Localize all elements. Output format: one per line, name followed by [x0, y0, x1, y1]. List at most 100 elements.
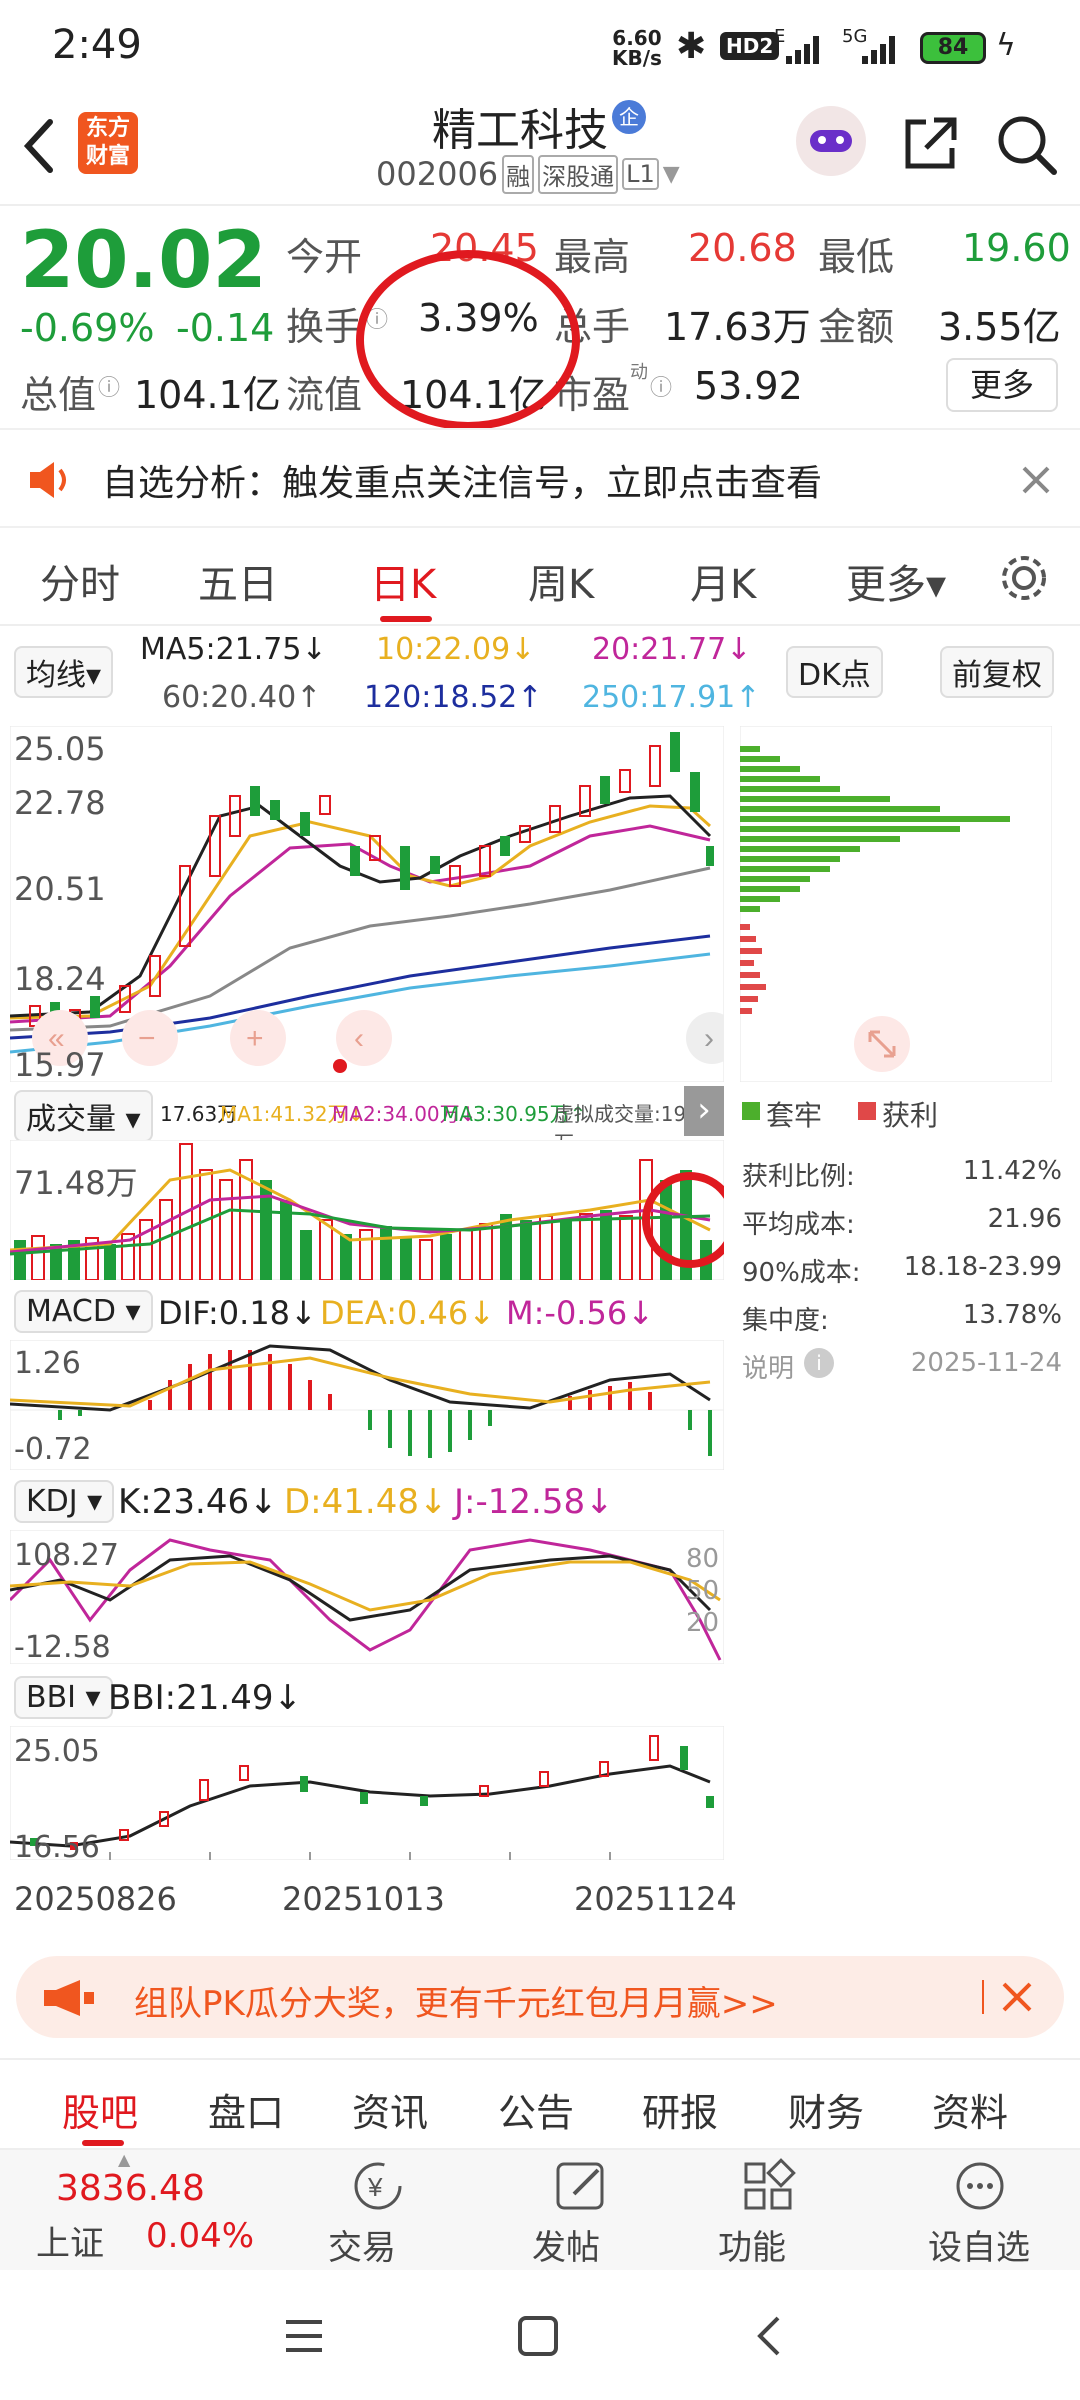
close-icon[interactable] — [1000, 1980, 1034, 2014]
tag-level: L1 — [622, 158, 659, 190]
more-button[interactable]: 更多 — [946, 358, 1058, 412]
function-label: 功能 — [718, 2228, 786, 2268]
enterprise-badge: 企 — [612, 100, 646, 134]
net-speed: 6.60 KB/s — [612, 28, 662, 68]
kline-chart[interactable]: « − + ‹ › — [10, 726, 724, 1082]
macd-selector[interactable]: MACD ▾ — [14, 1290, 153, 1333]
amount-value: 3.55亿 — [938, 305, 1061, 349]
chevron-left-icon: ‹ — [354, 1022, 364, 1055]
tab-monthly-k[interactable]: 月K — [690, 552, 756, 610]
bottom-section-tabs: 股吧 盘口 资讯 公告 研报 财务 资料 — [0, 2058, 1080, 2148]
plus-icon: + — [246, 1022, 264, 1055]
menu-icon[interactable] — [282, 2316, 326, 2356]
tab-finance[interactable]: 财务 — [788, 2082, 864, 2137]
volume-value: 17.63万 — [664, 305, 811, 349]
chip-info-panel: 套牢 获利 获利比例: 11.42% 平均成本: 21.96 90%成本: 18… — [740, 1090, 1070, 1420]
chip-distribution-chart[interactable] — [740, 726, 1052, 1082]
mcap-label: 总值 — [20, 373, 97, 417]
index-name: 上证 — [36, 2224, 104, 2264]
system-nav-bar — [0, 2270, 1080, 2400]
kline-ylabel-2: 22.78 — [14, 784, 106, 822]
bbi-selector[interactable]: BBI ▾ — [14, 1676, 113, 1719]
chevron-up-icon: ▲ — [118, 2150, 131, 2169]
notice-bar[interactable]: 自选分析：触发重点关注信号，立即点击查看 — [0, 428, 1080, 528]
ma120-value: 120:18.52↑ — [364, 680, 543, 715]
tab-five-day[interactable]: 五日 — [198, 552, 278, 610]
macd-dif: DIF:0.18↓ — [158, 1294, 317, 1332]
tab-profile[interactable]: 资料 — [932, 2082, 1008, 2137]
more-dots-icon — [956, 2162, 1004, 2210]
info-icon[interactable]: ⓘ — [98, 370, 120, 402]
tab-news[interactable]: 资讯 — [352, 2082, 428, 2137]
kdj-80-label: 80 — [686, 1544, 720, 1574]
date-mid: 20251013 — [282, 1880, 445, 1918]
turnover-label: 换手 — [286, 305, 363, 349]
index-ticker[interactable]: ▲ 3836.48 上证 0.04% — [0, 2150, 300, 2272]
high-value: 20.68 — [688, 226, 797, 270]
close-icon[interactable] — [1020, 464, 1052, 496]
tab-orderbook[interactable]: 盘口 — [208, 2082, 284, 2137]
info-icon[interactable]: i — [804, 1348, 834, 1378]
profit-ratio-value: 11.42% — [962, 1156, 1062, 1186]
ma-selector[interactable]: 均线▾ — [14, 646, 114, 698]
tag-connect: 深股通 — [538, 154, 619, 194]
stock-name: 精工科技 — [432, 105, 608, 156]
profit-legend-swatch — [858, 1102, 876, 1120]
tab-research[interactable]: 研报 — [642, 2082, 718, 2137]
chevron-right-icon[interactable]: › — [684, 1086, 724, 1136]
high-label: 最高 — [554, 235, 631, 279]
promo-banner[interactable]: 组队PK瓜分大奖，更有千元红包月月赢>> — [16, 1956, 1064, 2038]
function-button[interactable]: 功能 — [708, 2158, 828, 2268]
kdj-legend: KDJ ▾ K:23.46↓ D:41.48↓ J:-12.58↓ — [10, 1474, 724, 1526]
open-label: 今开 — [286, 235, 363, 279]
edit-icon — [556, 2162, 604, 2210]
chevron-down-icon[interactable]: ▼ — [663, 162, 680, 187]
robot-avatar-icon[interactable] — [796, 106, 866, 176]
macd-legend: MACD ▾ DIF:0.18↓ DEA:0.46↓ M:-0.56↓ — [10, 1286, 724, 1338]
annotation-circle — [356, 250, 580, 430]
back-icon[interactable] — [754, 2314, 784, 2358]
promo-divider — [982, 1980, 984, 2014]
speaker-icon — [30, 462, 66, 498]
home-icon[interactable] — [516, 2314, 560, 2358]
stock-header: 东方 财富 精工科技 企 002006 融 深股通 L1 ▼ — [0, 90, 1080, 205]
step-left-button[interactable] — [336, 1010, 392, 1066]
tab-daily-k[interactable]: 日K — [370, 552, 436, 610]
tab-announcements[interactable]: 公告 — [498, 2082, 574, 2137]
dk-point-button[interactable]: DK点 — [786, 646, 883, 698]
active-tab-indicator — [82, 2140, 124, 2146]
post-label: 发帖 — [532, 2228, 600, 2268]
volume-selector[interactable]: 成交量 ▾ — [14, 1090, 153, 1142]
tab-weekly-k[interactable]: 周K — [528, 552, 594, 610]
kline-ylabel-bottom: 15.97 — [14, 1046, 106, 1084]
post-button[interactable]: 发帖 — [522, 2158, 642, 2268]
add-watchlist-label: 设自选 — [928, 2228, 1030, 2268]
status-bar: 2:49 6.60 KB/s ✱ HD2 E 5G 84 ϟ — [0, 0, 1080, 90]
stock-code: 002006 — [376, 155, 499, 193]
info-icon[interactable]: ⓘ — [650, 370, 672, 402]
trade-button[interactable]: ¥ 交易 — [318, 2158, 438, 2268]
settings-gear-icon[interactable] — [996, 550, 1052, 606]
chip-note-label[interactable]: 说明 — [742, 1348, 794, 1385]
tab-intraday[interactable]: 分时 — [40, 552, 120, 610]
eastmoney-logo[interactable]: 东方 财富 — [78, 112, 138, 174]
macd-dea: DEA:0.46↓ — [320, 1294, 496, 1332]
avg-cost-value: 21.96 — [987, 1204, 1062, 1234]
low-label: 最低 — [818, 235, 895, 279]
back-arrow-icon[interactable] — [18, 116, 58, 176]
net-speed-value: 6.60 — [612, 26, 662, 50]
kdj-selector[interactable]: KDJ ▾ — [14, 1480, 115, 1523]
index-pct: 0.04% — [146, 2216, 255, 2256]
net-speed-unit: KB/s — [612, 46, 662, 70]
tab-more[interactable]: 更多▾ — [846, 552, 946, 610]
bbi-value: BBI:21.49↓ — [108, 1678, 302, 1718]
ma10-value: 10:22.09↓ — [376, 632, 536, 667]
adjust-button[interactable]: 前复权 — [940, 646, 1054, 698]
add-watchlist-button[interactable]: 设自选 — [910, 2158, 1050, 2268]
tab-forum[interactable]: 股吧 — [62, 2082, 138, 2137]
kline-ylabel-4: 18.24 — [14, 960, 106, 998]
float-label: 流值 — [286, 373, 363, 417]
share-icon[interactable] — [900, 112, 962, 174]
signal-icon-2 — [862, 34, 902, 64]
search-icon[interactable] — [994, 112, 1058, 176]
